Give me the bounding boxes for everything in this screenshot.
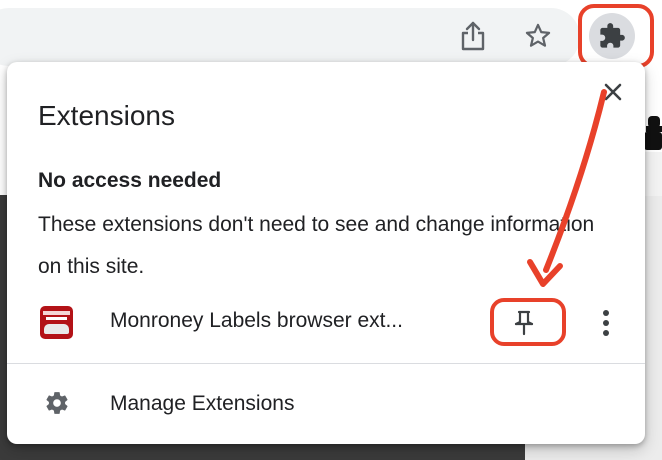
gear-icon	[46, 392, 68, 414]
manage-extensions-label: Manage Extensions	[110, 392, 295, 415]
divider	[7, 363, 645, 364]
background-figure-icon	[644, 116, 662, 150]
more-vert-icon	[603, 310, 609, 336]
pin-button-highlight	[490, 298, 566, 346]
extension-name: Monroney Labels browser ext...	[110, 309, 403, 332]
section-heading: No access needed	[38, 169, 222, 192]
close-button[interactable]	[597, 76, 629, 108]
share-icon[interactable]	[456, 19, 490, 53]
popup-title: Extensions	[38, 100, 175, 131]
bookmark-star-icon[interactable]	[521, 19, 555, 53]
extensions-button-highlight	[578, 4, 654, 68]
address-bar[interactable]	[0, 8, 580, 66]
section-description: These extensions don't need to see and c…	[38, 213, 595, 278]
manage-extensions-button[interactable]: Manage Extensions	[7, 378, 645, 428]
more-options-button[interactable]	[593, 306, 619, 340]
extension-logo-icon	[40, 306, 73, 339]
extension-row[interactable]: Monroney Labels browser ext...	[7, 298, 645, 346]
extensions-popup: Extensions No access needed These extens…	[7, 62, 645, 444]
close-icon	[604, 83, 622, 101]
